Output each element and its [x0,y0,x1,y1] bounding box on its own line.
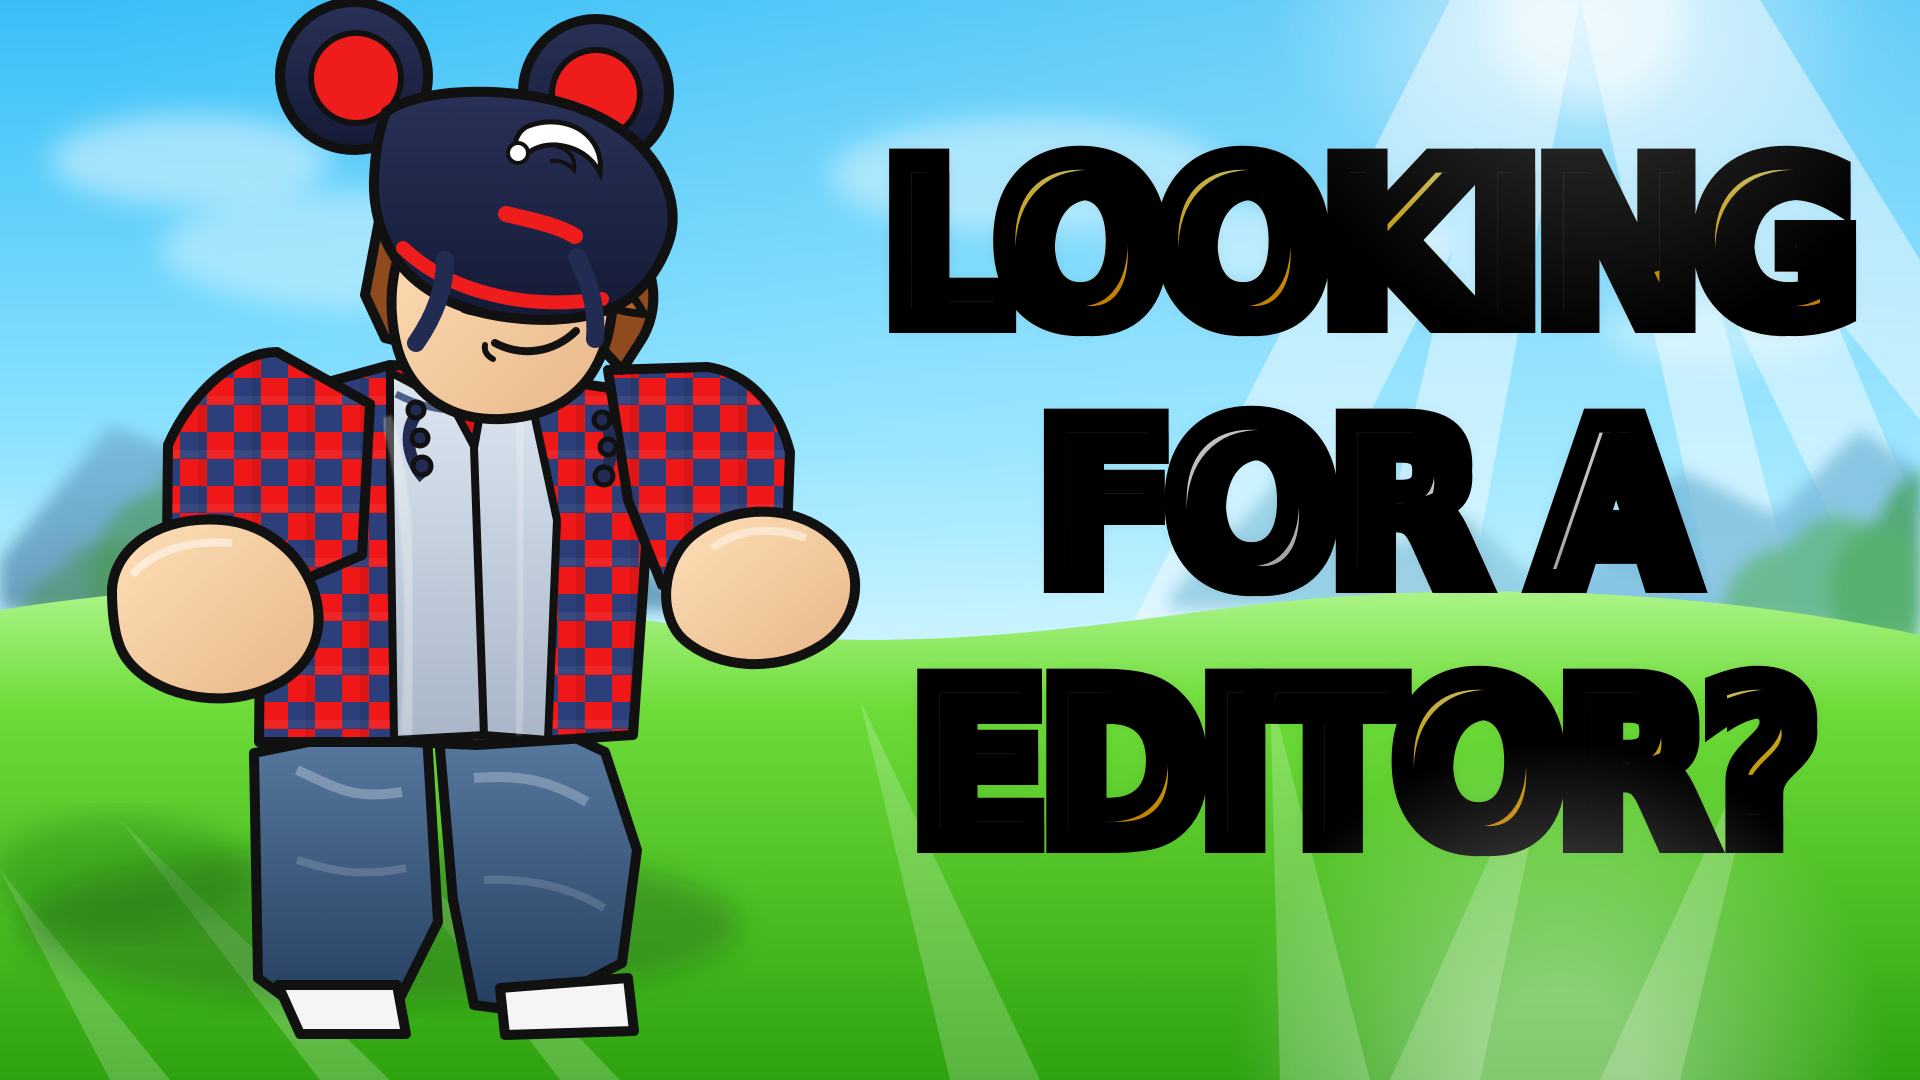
title-text-block: LOOKING FOR A EDITOR? [840,117,1880,895]
roblox-character [107,0,861,1040]
thumbnail: LOOKING FOR A EDITOR? [0,0,1920,1080]
title-line-editor: EDITOR? [882,643,1839,887]
left-leg [249,725,443,1039]
mouse-hat [275,0,678,352]
title-line-looking: LOOKING [871,117,1871,373]
right-leg [434,725,642,1040]
title-line-for-a: FOR A [882,383,1839,627]
